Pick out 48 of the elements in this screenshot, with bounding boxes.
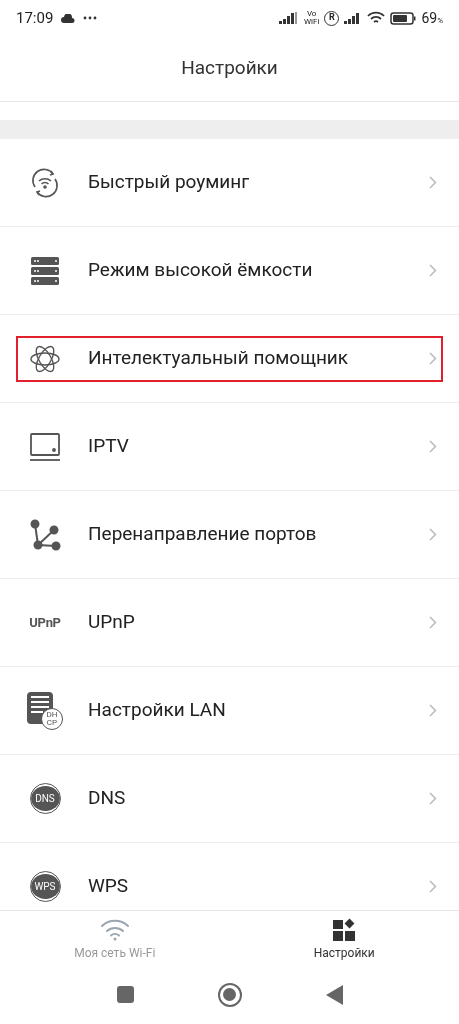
chevron-icon xyxy=(429,704,437,717)
home-button[interactable] xyxy=(217,982,242,1007)
monitor-icon xyxy=(29,430,61,463)
chevron-icon xyxy=(429,616,437,629)
row-label: UPnP xyxy=(88,609,136,636)
recents-button[interactable] xyxy=(116,986,134,1003)
chevron-icon xyxy=(429,528,437,541)
row-label: Перенаправление портов xyxy=(88,521,318,548)
settings-row[interactable]: Интелектуальный помощник xyxy=(0,315,459,403)
settings-row[interactable]: IPTV xyxy=(0,403,459,491)
volte-label: Vo WiFi xyxy=(303,10,320,26)
wifi-icon xyxy=(367,11,386,25)
nav-tab[interactable]: Настройки xyxy=(229,911,459,969)
nodes-icon xyxy=(29,518,61,551)
chevron-icon xyxy=(429,176,437,189)
row-label: WPS xyxy=(88,873,130,900)
row-label: Режим высокой ёмкости xyxy=(88,257,314,284)
more-icon xyxy=(83,16,98,20)
battery-level: 69% xyxy=(421,8,443,28)
settings-row[interactable]: DNS DNS xyxy=(0,755,459,843)
settings-row[interactable]: Перенаправление портов xyxy=(0,491,459,579)
chevron-icon xyxy=(429,792,437,805)
globe-label-icon: DNS xyxy=(30,784,60,813)
wifi-icon xyxy=(98,918,131,942)
chevron-icon xyxy=(429,264,437,277)
upnp-icon: UPnP xyxy=(29,616,61,629)
globe-label-icon: WPS xyxy=(30,872,60,901)
signal-icon xyxy=(278,12,299,24)
page-title: Настройки xyxy=(181,55,278,82)
wifi-sync-icon xyxy=(29,166,61,199)
settings-row[interactable]: DHCP Настройки LAN xyxy=(0,667,459,755)
apps-icon xyxy=(332,918,357,942)
row-label: IPTV xyxy=(88,433,130,460)
clock: 17:09 xyxy=(16,7,54,29)
row-label: Настройки LAN xyxy=(88,697,227,724)
chevron-icon xyxy=(429,440,437,453)
row-label: Быстрый роуминг xyxy=(88,169,251,196)
back-button[interactable] xyxy=(325,984,343,1005)
settings-row[interactable]: Быстрый роуминг xyxy=(0,139,459,227)
cloud-icon xyxy=(61,13,76,23)
chevron-icon xyxy=(429,880,437,893)
chevron-icon xyxy=(429,352,437,365)
row-label: DNS xyxy=(88,785,127,812)
server-icon xyxy=(29,254,61,287)
row-label: Интелектуальный помощник xyxy=(88,345,350,372)
battery-icon xyxy=(390,11,417,25)
settings-row[interactable]: UPnP UPnP xyxy=(0,579,459,667)
settings-row[interactable]: Режим высокой ёмкости xyxy=(0,227,459,315)
